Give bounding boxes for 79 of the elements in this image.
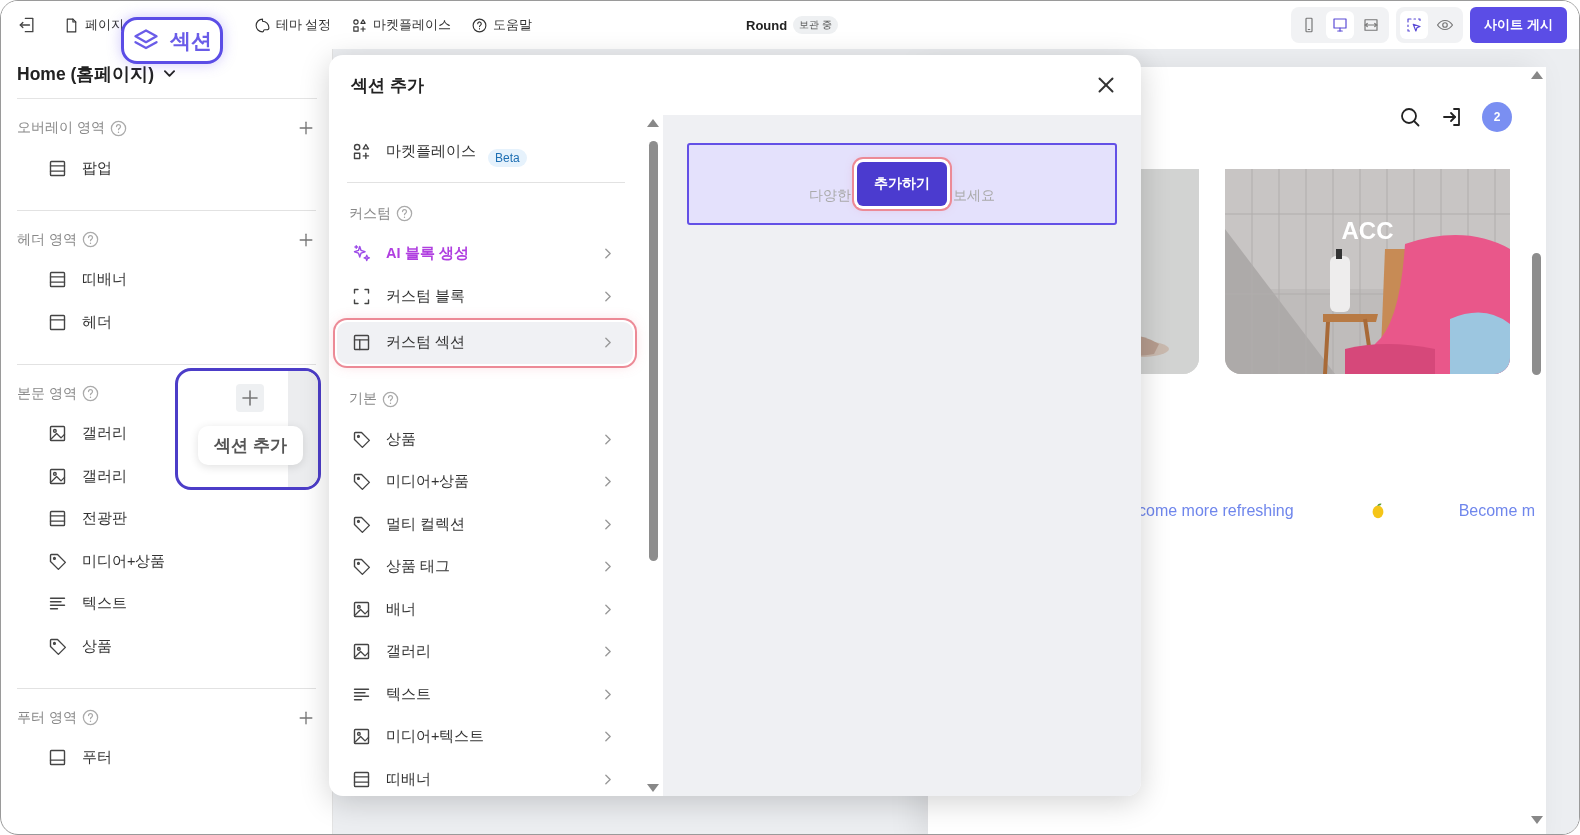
help-icon[interactable]	[471, 16, 489, 34]
publish-button[interactable]: 사이트 게시	[1470, 7, 1567, 43]
chevron-right-icon	[605, 248, 611, 260]
group-title: 본문 영역	[17, 384, 77, 403]
scroll-up-arrow[interactable]	[1531, 71, 1543, 79]
group-title: 기본	[349, 390, 377, 408]
chevron-right-icon	[605, 731, 611, 743]
nav-link[interactable]: 마켓플레이스	[351, 16, 452, 34]
chevron-right-icon	[605, 337, 611, 349]
device-button[interactable]	[1326, 11, 1355, 39]
palette-icon[interactable]	[254, 16, 271, 34]
group-title: 오버레이 영역	[17, 119, 105, 137]
section-item[interactable]: 미디어+상품	[17, 540, 316, 583]
section-type-item[interactable]: 미디어+텍스트	[341, 715, 629, 758]
sections-callout[interactable]: 섹션	[121, 17, 223, 64]
section-item[interactable]: 전광판	[17, 497, 316, 540]
chevron-right-icon	[605, 476, 611, 488]
section-item[interactable]: 상품	[17, 625, 316, 668]
add-section-icon[interactable]	[236, 384, 264, 412]
section-item[interactable]: 푸터	[17, 736, 316, 779]
wide-screen-icon[interactable]	[1362, 16, 1381, 34]
section-item[interactable]: 텍스트	[17, 582, 316, 625]
chevron-right-icon	[605, 290, 611, 302]
chevron-right-icon	[605, 646, 611, 658]
section-item[interactable]: 헤더	[17, 301, 316, 344]
select-cursor-icon[interactable]	[1405, 16, 1424, 34]
group-title: 푸터 영역	[17, 708, 77, 727]
help-icon	[80, 384, 100, 403]
scrollbar-thumb[interactable]	[1532, 253, 1541, 375]
section-type-item[interactable]: 상품	[341, 418, 629, 461]
section-type-item[interactable]: 멀티 컬렉션	[341, 503, 629, 546]
tool-button[interactable]	[1400, 11, 1429, 39]
nav-link[interactable]: 도움말	[471, 16, 533, 34]
beta-badge: Beta	[488, 148, 527, 167]
section-item[interactable]: 띠배너	[17, 258, 316, 301]
chevron-right-icon	[605, 518, 611, 530]
dialog-title: 섹션 추가	[351, 74, 425, 97]
help-icon	[80, 708, 100, 727]
scroll-down-arrow[interactable]	[1531, 816, 1543, 824]
hint-text: 보세요	[953, 187, 995, 205]
section-type-item[interactable]: 텍스트	[341, 673, 629, 716]
section-type-item[interactable]: 배너	[341, 588, 629, 631]
chevron-right-icon	[605, 603, 611, 615]
scrollbar-thumb[interactable]	[649, 141, 658, 561]
status-badge: 보관 중	[793, 16, 838, 34]
chevron-right-icon	[605, 773, 611, 785]
help-icon	[381, 389, 400, 409]
section-type-item[interactable]: 띠배너	[341, 758, 629, 796]
section-type-item[interactable]: 상품 태그	[341, 545, 629, 588]
section-item[interactable]: 팝업	[17, 147, 316, 190]
site-name: Round	[746, 17, 788, 33]
search-icon[interactable]	[1398, 105, 1422, 129]
section-type-item[interactable]: 커스텀 블록	[341, 275, 629, 318]
scroll-up-arrow[interactable]	[647, 119, 659, 127]
card-title: ACC	[1340, 217, 1395, 245]
nav-link[interactable]: 테마 설정	[254, 16, 332, 34]
group-title: 헤더 영역	[17, 230, 77, 249]
marquee-text: Become m	[1458, 502, 1536, 520]
chevron-right-icon	[605, 433, 611, 445]
section-type-item[interactable]: 갤러리	[341, 630, 629, 673]
section-type-item[interactable]: 미디어+상품	[341, 460, 629, 503]
help-icon	[108, 118, 128, 138]
tag-icon	[351, 556, 372, 578]
chevron-right-icon	[605, 688, 611, 700]
tooltip: 섹션 추가	[198, 426, 303, 465]
shapes-icon[interactable]	[351, 16, 369, 34]
help-icon	[395, 204, 414, 223]
chevron-right-icon	[605, 561, 611, 573]
scroll-down-arrow[interactable]	[647, 784, 659, 792]
nav-link[interactable]: 페이지	[63, 16, 124, 34]
help-icon	[80, 230, 100, 249]
monitor-icon[interactable]	[1331, 16, 1350, 34]
tag-icon	[351, 471, 372, 493]
marketplace-item[interactable]: 마켓플레이스	[341, 130, 486, 173]
section-type-item[interactable]: AI 블록 생성	[341, 232, 629, 275]
chevron-down-icon	[164, 70, 176, 77]
hint-text: 다양한	[809, 187, 851, 205]
group-title: 커스텀	[349, 204, 391, 223]
exit-icon[interactable]	[17, 15, 37, 35]
